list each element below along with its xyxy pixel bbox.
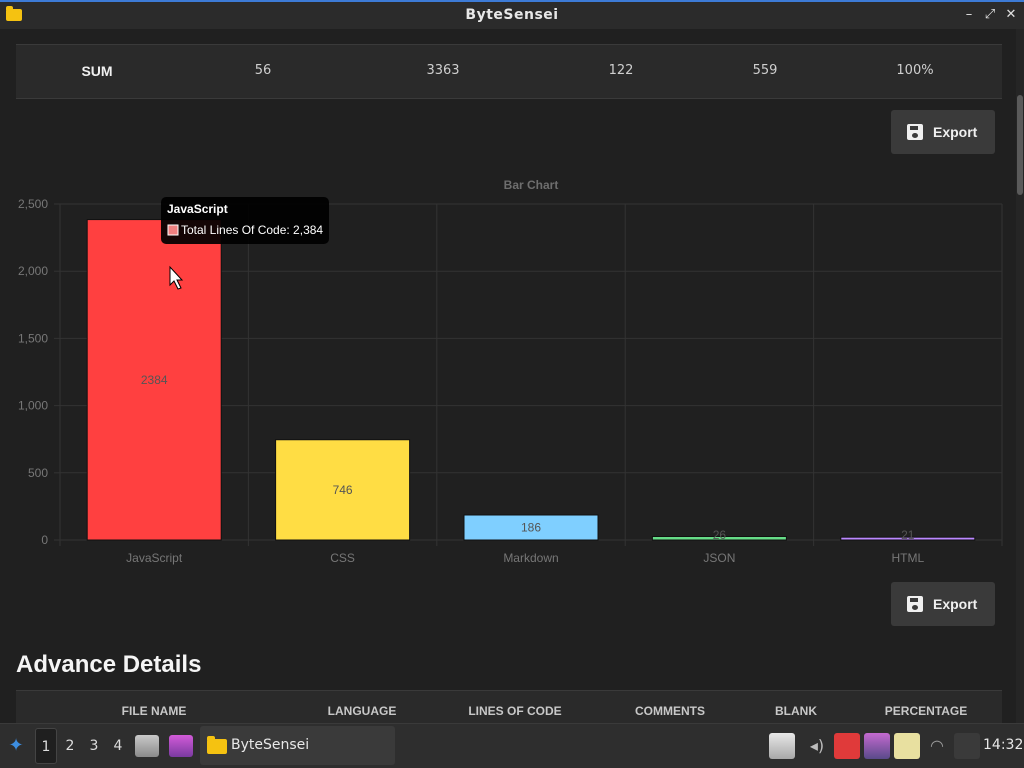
- export-button-bottom[interactable]: Export: [891, 582, 995, 626]
- bar-data-label: 746: [333, 483, 353, 497]
- start-menu-icon[interactable]: ✦: [6, 736, 26, 756]
- y-tick-label: 2,000: [18, 264, 48, 278]
- tooltip-swatch: [167, 224, 179, 236]
- taskbar-item-label: ByteSensei: [231, 737, 310, 753]
- column-header-blank[interactable]: BLANK: [775, 704, 817, 718]
- workspace-1[interactable]: 1: [35, 728, 57, 764]
- anydesk-icon[interactable]: [834, 733, 860, 759]
- column-header-comments[interactable]: COMMENTS: [635, 704, 705, 718]
- sum-comments: 122: [608, 63, 634, 78]
- y-tick-label: 500: [28, 466, 48, 480]
- tooltip-text: Total Lines Of Code: 2,384: [181, 223, 323, 237]
- y-tick-label: 1,000: [18, 399, 48, 413]
- bar-data-label: 186: [521, 521, 541, 535]
- bar-chart-svg: Bar Chart 0 500 1,000 1,500 2,000 2,500 2384 Jav…: [18, 178, 1003, 565]
- window-titlebar: ByteSensei – ⤢ ✕: [0, 0, 1024, 29]
- drive-icon[interactable]: [769, 733, 795, 759]
- bar-chart: Bar Chart 0 500 1,000 1,500 2,000 2,500 2384 Jav…: [0, 177, 1016, 577]
- screenshot-icon[interactable]: [864, 733, 890, 759]
- advance-details-table-header: FILE NAME LANGUAGE LINES OF CODE COMMENT…: [16, 690, 1002, 723]
- taskbar-item-bytesensei[interactable]: ByteSensei: [200, 726, 395, 765]
- clock: 14:32: [983, 737, 1024, 753]
- summary-row: SUM 56 3363 122 559 100%: [16, 44, 1002, 99]
- column-header-lines-of-code[interactable]: LINES OF CODE: [468, 704, 561, 718]
- column-header-language[interactable]: LANGUAGE: [328, 704, 397, 718]
- main-content: SUM 56 3363 122 559 100% Export Bar Char…: [0, 29, 1016, 723]
- y-tick-label: 0: [41, 533, 48, 547]
- scrollbar-thumb[interactable]: [1017, 95, 1023, 195]
- column-header-percentage[interactable]: PERCENTAGE: [885, 704, 967, 718]
- x-tick-label: CSS: [330, 551, 355, 565]
- file-manager-launcher-icon[interactable]: [135, 735, 159, 757]
- tooltip-title: JavaScript: [167, 202, 228, 216]
- volume-icon[interactable]: ◂): [804, 733, 830, 759]
- taskbar: ✦ 1 2 3 4 ByteSensei ◂) ◠ 14:32: [0, 723, 1024, 768]
- workspace-3[interactable]: 3: [83, 728, 105, 764]
- sum-files: 56: [254, 63, 272, 78]
- wifi-icon[interactable]: ◠: [924, 733, 950, 759]
- window-title: ByteSensei: [465, 7, 559, 23]
- clipboard-icon[interactable]: [894, 733, 920, 759]
- workspace-2[interactable]: 2: [59, 728, 81, 764]
- advance-details-title: Advance Details: [16, 651, 202, 678]
- folder-icon: [207, 736, 227, 754]
- sum-label: SUM: [81, 63, 113, 79]
- workspace-4[interactable]: 4: [107, 728, 129, 764]
- x-tick-label: JSON: [703, 551, 735, 565]
- tray-slot-icon[interactable]: [954, 733, 980, 759]
- close-button[interactable]: ✕: [1004, 8, 1018, 22]
- sum-blank: 559: [752, 63, 778, 78]
- x-tick-label: Markdown: [503, 551, 558, 565]
- vertical-scrollbar[interactable]: [1016, 29, 1024, 723]
- chart-title: Bar Chart: [504, 178, 559, 192]
- minimize-button[interactable]: –: [962, 8, 976, 22]
- maximize-button[interactable]: ⤢: [983, 8, 997, 22]
- x-tick-label: HTML: [891, 551, 924, 565]
- x-tick-label: JavaScript: [126, 551, 183, 565]
- bar-data-label: 2384: [141, 373, 168, 387]
- y-tick-label: 1,500: [18, 331, 48, 345]
- column-header-file-name[interactable]: FILE NAME: [122, 704, 187, 718]
- sum-lines-of-code: 3363: [426, 63, 460, 78]
- sum-percentage: 100%: [896, 63, 934, 78]
- bar-data-label: 26: [713, 528, 727, 542]
- export-label: Export: [933, 124, 978, 140]
- save-icon: [907, 596, 923, 612]
- export-button-top[interactable]: Export: [891, 110, 995, 154]
- y-tick-label: 2,500: [18, 197, 48, 211]
- app-launcher-icon[interactable]: [169, 735, 193, 757]
- bar-data-label: 21: [901, 528, 915, 542]
- save-icon: [907, 124, 923, 140]
- export-label: Export: [933, 596, 978, 612]
